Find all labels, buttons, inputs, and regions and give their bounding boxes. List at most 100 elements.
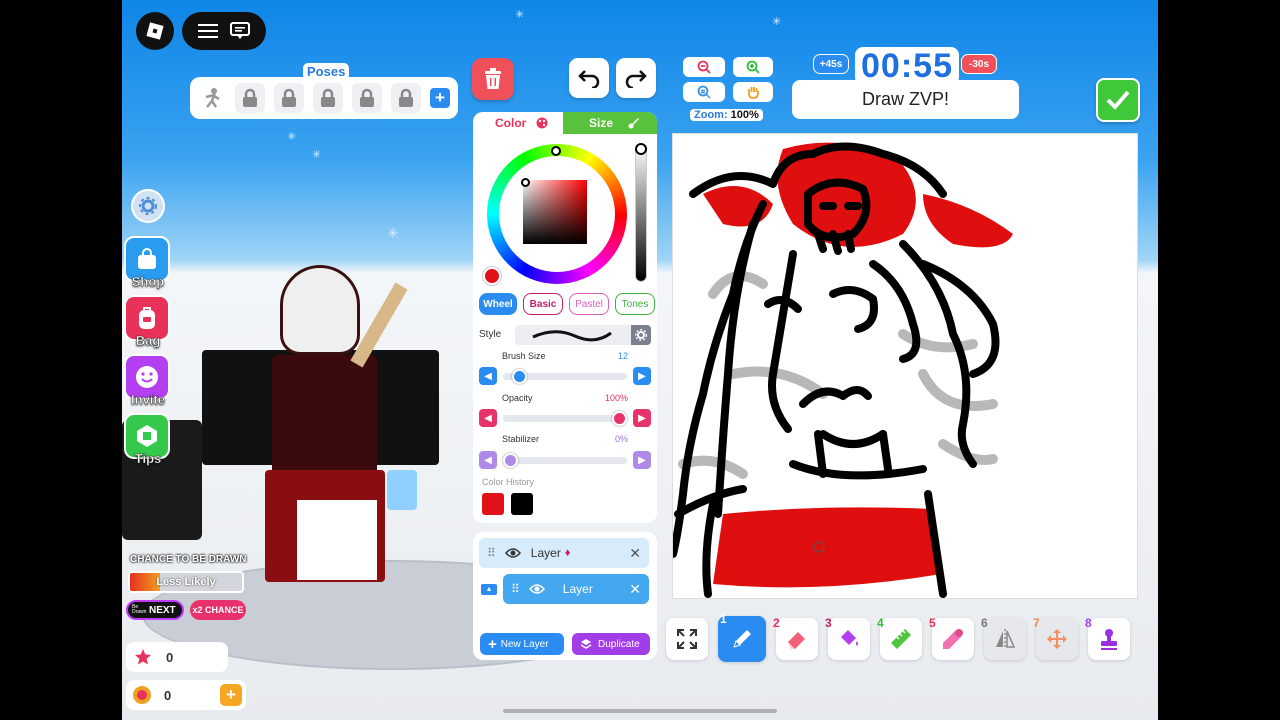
stabilizer-slider[interactable] [503,453,627,468]
history-swatch[interactable] [482,493,504,515]
clear-canvas-button[interactable] [472,58,514,100]
zoom-in-button[interactable] [733,57,773,77]
be-drawn-next-button[interactable]: Be Drawn NEXT [126,600,184,620]
opacity-increase[interactable]: ▶ [633,409,651,427]
close-icon[interactable]: ✕ [629,545,641,562]
new-layer-button[interactable]: + New Layer [480,633,564,655]
tab-size[interactable]: Size [563,112,657,134]
mode-pastel[interactable]: Pastel [569,293,609,315]
next-label: NEXT [149,604,176,616]
locked-pose-slot[interactable] [391,83,421,113]
brush-size-slider[interactable] [503,369,627,384]
brightness-handle[interactable] [635,143,647,155]
hue-handle[interactable] [551,146,561,156]
invite-button[interactable]: Invite [124,354,174,407]
settings-button[interactable] [131,189,165,223]
submit-drawing-button[interactable] [1096,78,1140,122]
undo-button[interactable] [569,58,609,98]
eye-icon[interactable] [528,583,545,595]
zoom-reset-button[interactable] [683,82,725,102]
locked-pose-slot[interactable] [313,83,343,113]
color-wheel[interactable] [487,144,627,284]
mode-wheel[interactable]: Wheel [479,293,517,315]
saturation-square[interactable] [523,180,587,244]
mode-basic[interactable]: Basic [523,293,563,315]
bag-label: Bag [135,333,161,348]
history-swatch[interactable] [511,493,533,515]
opacity-knob[interactable] [612,411,627,426]
brush-icon [628,118,640,129]
hamburger-icon[interactable] [198,23,218,39]
tool-move[interactable]: 7 [1033,616,1078,660]
drag-handle-icon[interactable]: ⠿ [511,582,520,596]
close-icon[interactable]: ✕ [629,581,641,598]
opacity-decrease[interactable]: ◀ [479,409,497,427]
tool-fullscreen[interactable] [666,618,708,660]
tool-ruler[interactable]: 4 [877,616,922,660]
be-drawn-small: Be Drawn [132,604,147,615]
locked-pose-slot[interactable] [235,83,265,113]
layer-name: Layer [530,546,561,560]
style-label: Style [479,329,502,340]
lock-icon [282,88,296,107]
tool-eyedropper[interactable]: 5 [929,616,974,660]
layer-row-active[interactable]: ⠿ Layer ✕ [503,574,649,604]
stabilizer-knob[interactable] [503,453,518,468]
mirror-icon [996,629,1016,649]
tool-mirror[interactable]: 6 [981,616,1026,660]
zoom-in-icon [746,60,760,74]
plus-icon: + [488,635,497,653]
drag-handle-icon[interactable]: ⠿ [487,546,496,560]
brush-size-decrease[interactable]: ◀ [479,367,497,385]
mode-tones[interactable]: Tones [615,293,655,315]
shop-button[interactable]: Shop [124,236,174,289]
time-bonus-plus: +45s [813,54,849,74]
pan-hand-button[interactable] [733,82,773,102]
home-indicator [503,709,777,713]
checkmark-icon [1106,90,1130,110]
paint-bucket-icon [841,630,858,646]
character-legs [297,500,377,580]
pose-figure-button[interactable] [196,83,226,113]
diamond-icon: ♦ [564,547,571,559]
tool-stamp[interactable]: 8 [1085,616,1130,660]
invite-label: Invite [131,392,165,407]
tips-button[interactable]: Tips [124,413,174,466]
brush-size-increase[interactable]: ▶ [633,367,651,385]
redo-button[interactable] [616,58,656,98]
duplicate-button[interactable]: Duplicate [572,633,650,655]
zoom-indicator: Zoom: 100% [690,109,763,121]
zoom-out-button[interactable] [683,57,725,77]
saturation-handle[interactable] [521,178,530,187]
brightness-slider[interactable] [635,143,647,282]
tab-color[interactable]: Color [473,112,563,134]
stabilizer-decrease[interactable]: ◀ [479,451,497,469]
color-mode-tabs: Wheel Basic Pastel Tones [479,293,655,315]
opacity-slider[interactable] [503,411,627,426]
tool-fill[interactable]: 3 [825,616,870,660]
locked-pose-slot[interactable] [274,83,304,113]
brush-size-knob[interactable] [511,369,527,384]
stabilizer-increase[interactable]: ▶ [633,451,651,469]
chance-meter: Less Likely [128,571,244,593]
add-coins-button[interactable]: + [220,684,242,706]
drawing-canvas[interactable] [672,133,1138,599]
bag-button[interactable]: Bag [124,295,174,348]
layer-row[interactable]: ⠿ Layer ♦ ✕ [479,538,649,568]
double-chance-button[interactable]: x2 CHANCE [190,600,246,620]
tool-eraser[interactable]: 2 [773,616,818,660]
style-settings-button[interactable] [631,325,651,345]
tool-number: 1 [720,612,727,626]
eye-icon[interactable] [504,547,521,559]
locked-pose-slot[interactable] [352,83,382,113]
snowflake: ✳ [515,9,525,21]
stroke-style-picker[interactable] [515,325,651,345]
merge-up-icon[interactable]: ▲ [481,584,497,595]
add-pose-button[interactable]: + [430,88,450,108]
stamp-icon [1101,629,1117,650]
coins-counter: 0 + [126,680,246,710]
chat-icon[interactable] [230,22,250,40]
roblox-menu-button[interactable] [136,12,174,50]
tool-pencil[interactable]: 1 [718,612,766,662]
stroke-style-preview [532,330,612,342]
